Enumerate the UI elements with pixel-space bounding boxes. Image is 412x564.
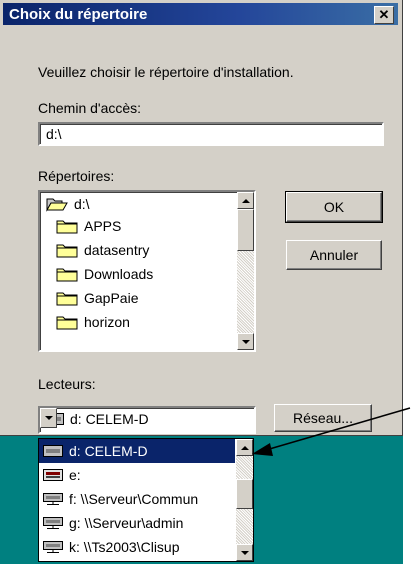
title-bar[interactable]: Choix du répertoire ✕ xyxy=(3,3,398,25)
close-button[interactable]: ✕ xyxy=(374,6,394,24)
hard-drive-icon xyxy=(43,445,63,457)
path-label: Chemin d'accès: xyxy=(38,100,142,116)
folder-icon xyxy=(56,316,78,330)
removable-drive-icon xyxy=(43,469,63,481)
directory-dialog: Choix du répertoire ✕ Veuillez choisir l… xyxy=(0,0,403,436)
network-drive-icon xyxy=(43,517,63,529)
arrow-up-icon xyxy=(240,445,249,450)
directory-item-apps[interactable]: APPS xyxy=(56,216,121,236)
instruction-text: Veuillez choisir le répertoire d'install… xyxy=(38,64,294,80)
drive-option-e[interactable]: e: xyxy=(39,463,235,487)
arrow-down-icon xyxy=(241,339,250,344)
scroll-thumb[interactable] xyxy=(236,479,253,509)
open-folder-icon xyxy=(46,198,68,212)
directory-item-label: APPS xyxy=(84,218,122,234)
drive-dropdown-list[interactable]: d: CELEM-D e: f: \\Serveur\Commun g: \\S… xyxy=(38,438,254,562)
drive-select-label: d: CELEM-D xyxy=(70,411,149,427)
path-input[interactable] xyxy=(38,122,384,146)
drive-option-label: e: xyxy=(69,467,81,483)
drive-option-label: g: \\Serveur\admin xyxy=(69,515,184,531)
scroll-thumb[interactable] xyxy=(237,209,254,251)
ok-button[interactable]: OK xyxy=(285,191,383,223)
folder-icon xyxy=(56,292,78,306)
drives-label: Lecteurs: xyxy=(38,376,96,392)
scroll-up-button[interactable] xyxy=(236,439,253,456)
directory-item-label: Downloads xyxy=(84,266,154,282)
screen-margin xyxy=(403,0,412,564)
folder-icon xyxy=(56,244,78,258)
network-button[interactable]: Réseau... xyxy=(274,404,372,432)
directory-item-label: GapPaie xyxy=(84,290,139,306)
directory-item-downloads[interactable]: Downloads xyxy=(56,264,153,284)
network-drive-icon xyxy=(43,541,63,553)
drive-option-label: f: \\Serveur\Commun xyxy=(69,491,199,507)
drive-option-k[interactable]: k: \\Ts2003\Clisup xyxy=(39,535,235,559)
folder-icon xyxy=(56,220,78,234)
drive-select-value: d: CELEM-D xyxy=(44,410,149,428)
drive-option-d[interactable]: d: CELEM-D xyxy=(39,439,235,463)
drive-option-label: d: CELEM-D xyxy=(69,443,148,459)
chevron-down-icon xyxy=(44,416,53,420)
cancel-button[interactable]: Annuler xyxy=(286,240,382,270)
directory-item-datasentry[interactable]: datasentry xyxy=(56,240,149,260)
directories-label: Répertoires: xyxy=(38,168,115,184)
drive-option-f[interactable]: f: \\Serveur\Commun xyxy=(39,487,235,511)
drive-option-g[interactable]: g: \\Serveur\admin xyxy=(39,511,235,535)
drive-select[interactable]: d: CELEM-D xyxy=(38,406,256,434)
scroll-down-button[interactable] xyxy=(237,333,254,350)
drive-option-label: k: \\Ts2003\Clisup xyxy=(69,539,180,555)
directory-item-horizon[interactable]: horizon xyxy=(56,312,130,332)
directory-item-label: d:\ xyxy=(74,196,90,212)
directory-item-label: horizon xyxy=(84,314,130,330)
arrow-down-icon xyxy=(240,550,249,555)
window-title: Choix du répertoire xyxy=(9,6,148,23)
scroll-up-button[interactable] xyxy=(237,192,254,209)
arrow-up-icon xyxy=(241,198,250,203)
directory-item-label: datasentry xyxy=(84,242,150,258)
folder-icon xyxy=(56,268,78,282)
directory-item-gappaie[interactable]: GapPaie xyxy=(56,288,138,308)
network-drive-icon xyxy=(43,493,63,505)
directory-item-root[interactable]: d:\ xyxy=(46,194,90,214)
directory-list[interactable]: d:\ APPS datasentry Downloads GapPaie ho… xyxy=(38,190,256,352)
directory-scrollbar[interactable] xyxy=(237,192,254,350)
drive-list-scrollbar[interactable] xyxy=(236,439,253,561)
scroll-down-button[interactable] xyxy=(236,544,253,561)
drive-dropdown-button[interactable] xyxy=(40,408,57,428)
